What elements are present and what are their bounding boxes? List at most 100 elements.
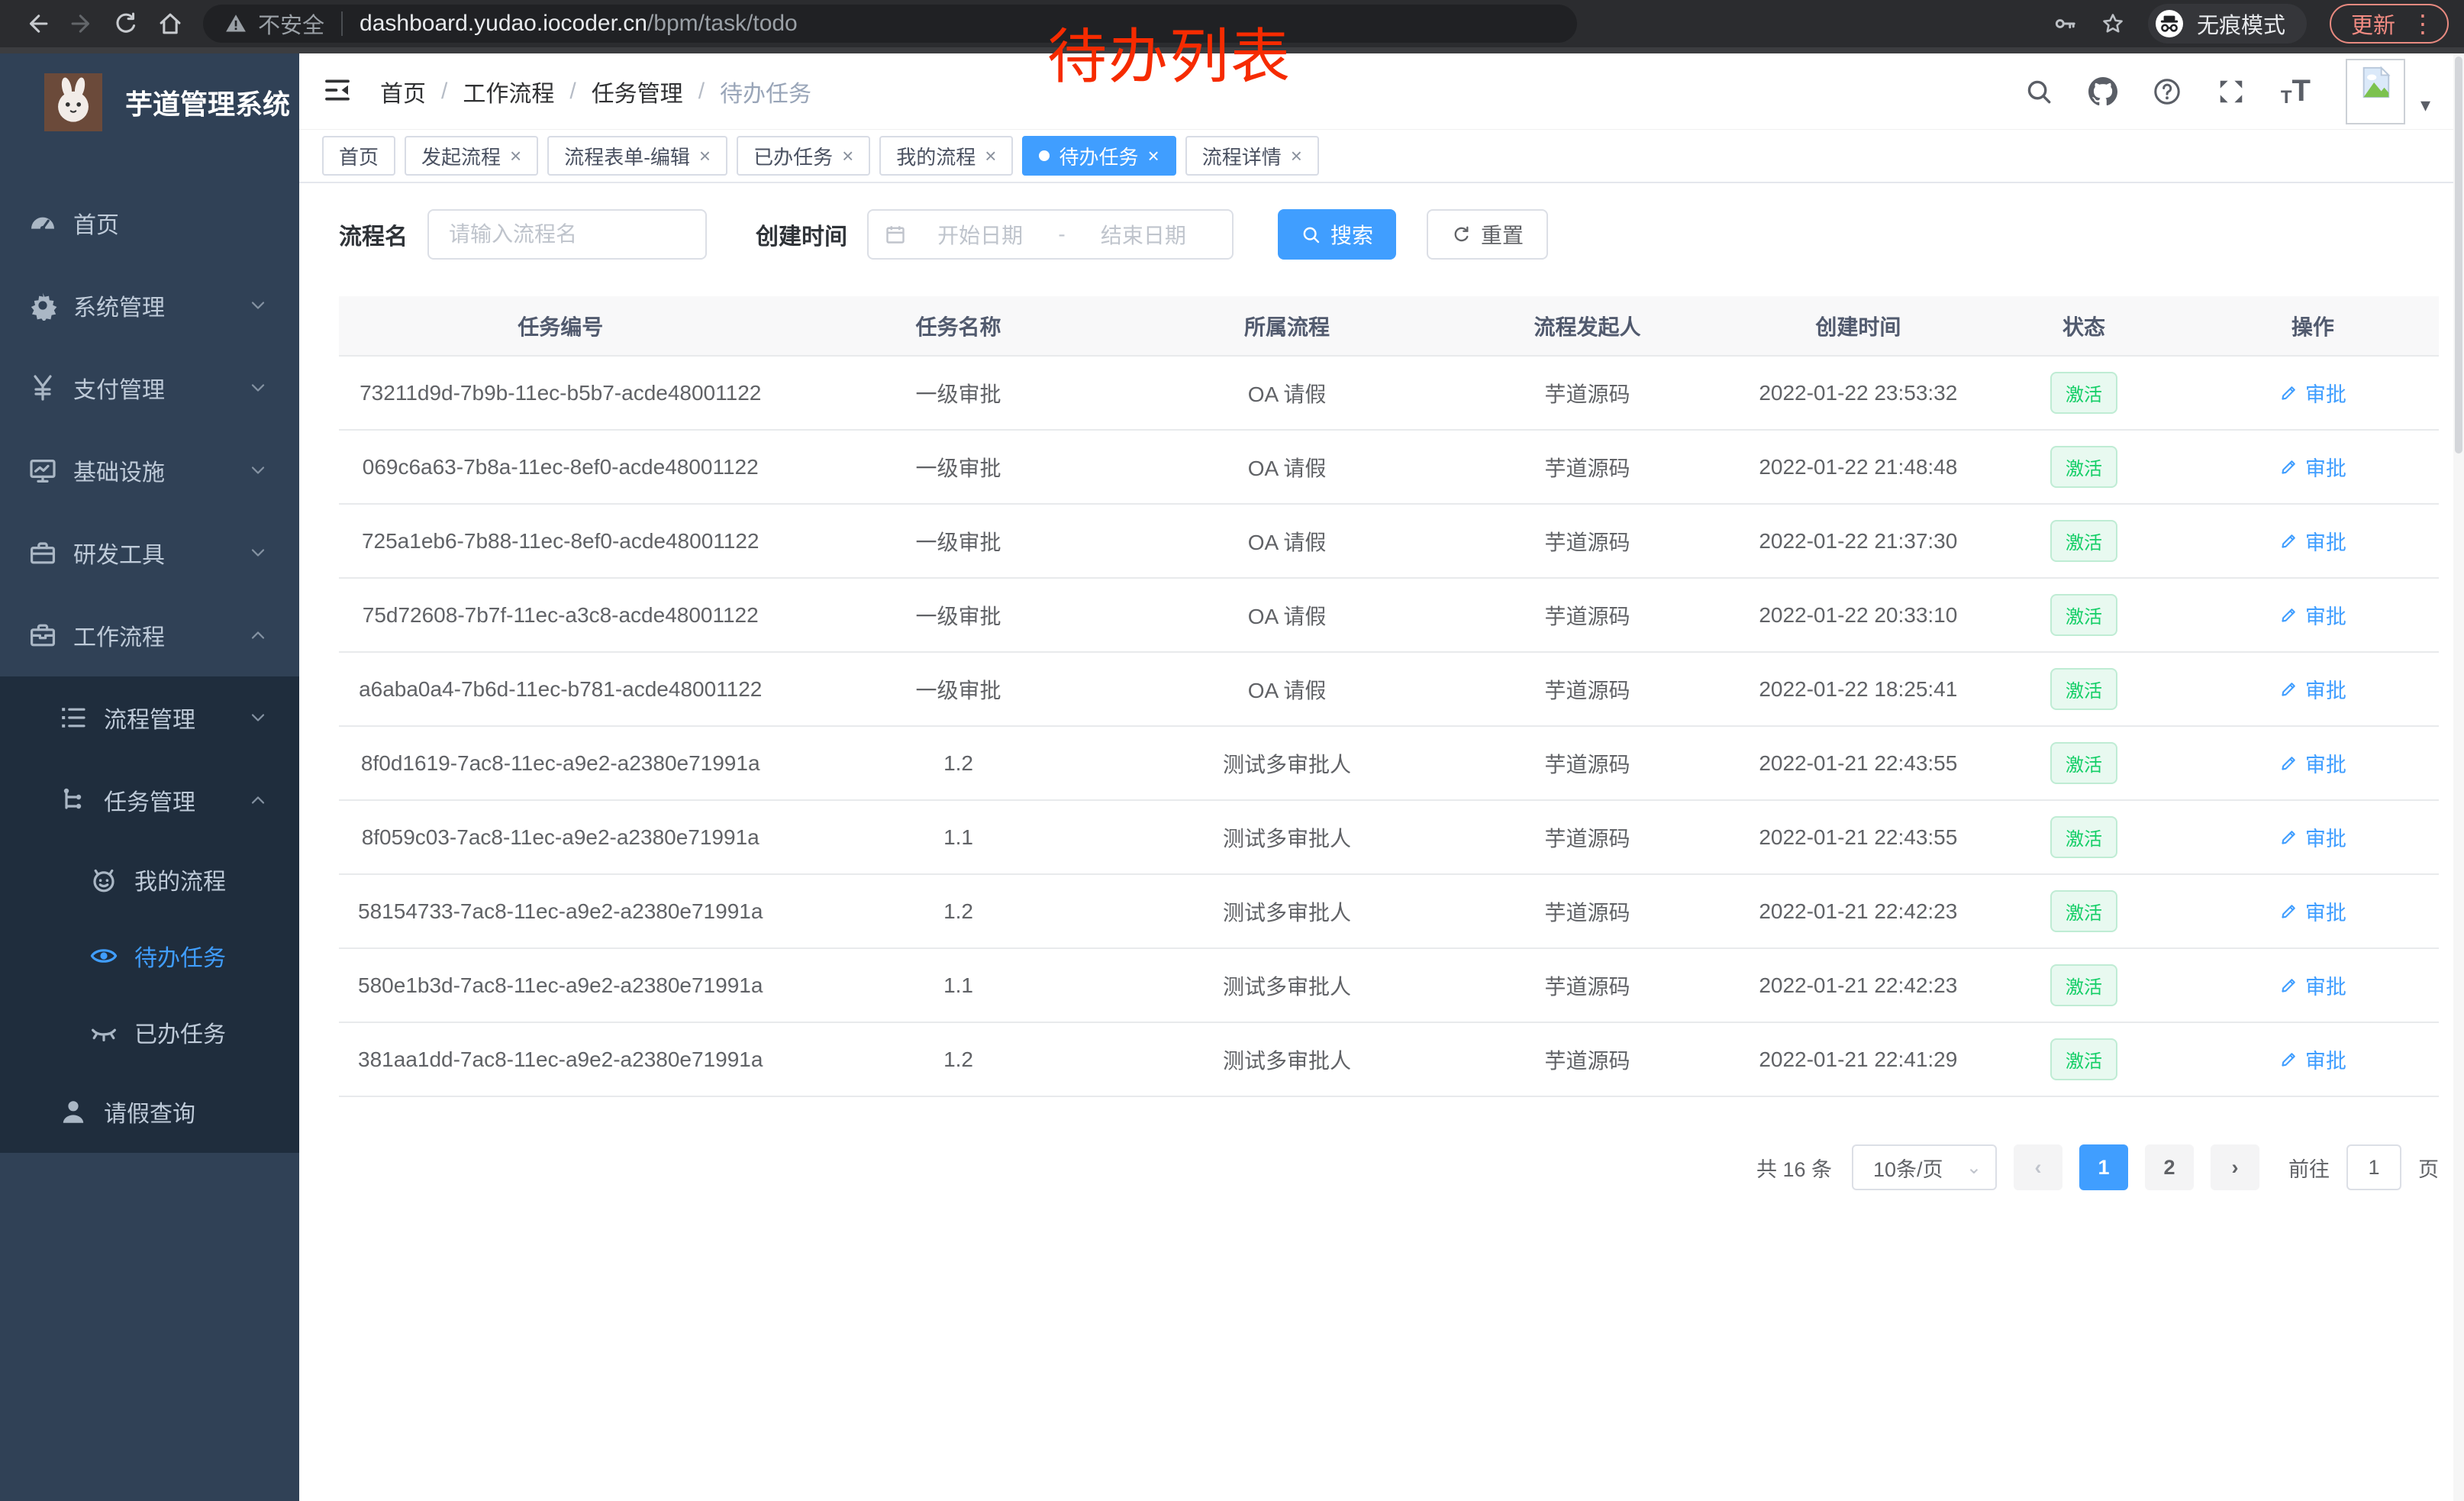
sidebar-item-infra[interactable]: 基础设施 (0, 429, 299, 512)
approve-link[interactable]: 审批 (2279, 970, 2346, 1000)
approve-label: 审批 (2305, 674, 2346, 704)
approve-link[interactable]: 审批 (2279, 748, 2346, 778)
approve-link[interactable]: 审批 (2279, 674, 2346, 704)
date-range-input[interactable]: 开始日期 - 结束日期 (867, 209, 1234, 260)
browser-forward-icon[interactable] (60, 3, 104, 44)
cell-id: 580e1b3d-7ac8-11ec-a9e2-a2380e71991a (339, 948, 782, 1022)
tab-close-icon[interactable]: × (699, 144, 711, 168)
avatar-caret-icon[interactable]: ▾ (2420, 93, 2430, 117)
tab-form-edit[interactable]: 流程表单-编辑× (547, 136, 727, 176)
cell-time: 2022-01-22 18:25:41 (1735, 652, 1981, 726)
tab-label: 我的流程 (896, 142, 976, 170)
cell-time: 2022-01-21 22:42:23 (1735, 948, 1981, 1022)
browser-back-icon[interactable] (15, 3, 60, 44)
tab-home[interactable]: 首页 (322, 136, 395, 176)
security-status[interactable]: 不安全 (224, 8, 324, 40)
tab-close-icon[interactable]: × (510, 144, 521, 168)
cell-time: 2022-01-22 20:33:10 (1735, 578, 1981, 652)
refresh-icon (1451, 224, 1472, 245)
breadcrumb-item[interactable]: 工作流程 (463, 75, 554, 108)
github-icon[interactable] (2088, 77, 2117, 106)
url-path: /bpm/task/todo (647, 11, 798, 36)
update-button[interactable]: 更新 ⋮ (2330, 4, 2449, 44)
sidebar-item-payment[interactable]: 支付管理 (0, 347, 299, 429)
sidebar-item-workflow[interactable]: 工作流程 (0, 594, 299, 676)
cell-action: 审批 (2187, 948, 2439, 1022)
table-row: 73211d9d-7b9b-11ec-b5b7-acde48001122一级审批… (339, 356, 2439, 430)
sidebar-item-todo-tasks[interactable]: 待办任务 (0, 918, 299, 994)
sidebar-item-leave-query[interactable]: 请假查询 (0, 1070, 299, 1153)
approve-label: 审批 (2305, 452, 2346, 482)
page-button-1[interactable]: 1 (2079, 1144, 2128, 1190)
cell-process: 测试多审批人 (1135, 948, 1440, 1022)
goto-page-input[interactable] (2346, 1144, 2401, 1190)
tab-close-icon[interactable]: × (842, 144, 853, 168)
warning-icon (224, 12, 247, 35)
sidebar-item-home[interactable]: 首页 (0, 182, 299, 264)
approve-link[interactable]: 审批 (2279, 600, 2346, 630)
tab-close-icon[interactable]: × (985, 144, 996, 168)
font-size-icon[interactable]: TT (2281, 74, 2311, 108)
browser-menu-icon[interactable]: ⋮ (2411, 11, 2435, 36)
sidebar-item-my-process[interactable]: 我的流程 (0, 841, 299, 918)
reset-button[interactable]: 重置 (1427, 209, 1548, 260)
cell-time: 2022-01-22 21:48:48 (1735, 430, 1981, 504)
tab-todo-tasks[interactable]: 待办任务 × (1022, 136, 1176, 176)
table-row: 069c6a63-7b8a-11ec-8ef0-acde48001122一级审批… (339, 430, 2439, 504)
page-button-2[interactable]: 2 (2145, 1144, 2194, 1190)
browser-reload-icon[interactable] (104, 3, 148, 44)
cell-initiator: 芋道源码 (1440, 948, 1736, 1022)
approve-link[interactable]: 审批 (2279, 526, 2346, 556)
process-name-input[interactable] (427, 209, 707, 260)
tab-start-process[interactable]: 发起流程× (405, 136, 538, 176)
browser-address-bar[interactable]: 不安全 dashboard.yudao.iocoder.cn/bpm/task/… (203, 5, 1577, 43)
sidebar-item-label: 工作流程 (73, 618, 165, 652)
tab-close-icon[interactable]: × (1291, 144, 1302, 168)
approve-link[interactable]: 审批 (2279, 822, 2346, 852)
page-scrollbar[interactable] (2453, 53, 2464, 1501)
tab-label: 待办任务 (1059, 142, 1138, 170)
cell-status: 激活 (1981, 948, 2187, 1022)
app-logo[interactable]: 芋道管理系统 (0, 53, 299, 151)
sidebar-item-system[interactable]: 系统管理 (0, 264, 299, 347)
tab-close-icon[interactable]: × (1148, 144, 1159, 168)
sidebar-item-done-tasks[interactable]: 已办任务 (0, 994, 299, 1070)
fullscreen-icon[interactable] (2217, 77, 2246, 106)
total-count: 共 16 条 (1756, 1153, 1832, 1183)
prev-page-button[interactable]: ‹ (2014, 1144, 2062, 1190)
browser-home-icon[interactable] (148, 3, 192, 44)
breadcrumb-item[interactable]: 首页 (380, 75, 426, 108)
tab-my-process[interactable]: 我的流程 × (879, 136, 1013, 176)
pagination: 共 16 条 10条/页 ⌄ ‹ 12 › 前往 页 (339, 1144, 2439, 1190)
tab-done-tasks[interactable]: 已办任务× (737, 136, 870, 176)
cell-name: 1.2 (782, 874, 1134, 948)
approve-label: 审批 (2305, 600, 2346, 630)
sidebar-collapse-icon[interactable] (322, 75, 356, 108)
calendar-icon (884, 223, 907, 246)
page-size-select[interactable]: 10条/页 ⌄ (1852, 1144, 1997, 1190)
scrollbar-thumb[interactable] (2455, 56, 2462, 454)
help-icon[interactable] (2153, 77, 2182, 106)
sidebar-item-devtools[interactable]: 研发工具 (0, 512, 299, 594)
bookmark-star-icon[interactable] (2101, 11, 2125, 36)
search-icon[interactable] (2024, 77, 2053, 106)
next-page-button[interactable]: › (2211, 1144, 2259, 1190)
cell-id: 8f059c03-7ac8-11ec-a9e2-a2380e71991a (339, 800, 782, 874)
approve-link[interactable]: 审批 (2279, 896, 2346, 926)
approve-link[interactable]: 审批 (2279, 378, 2346, 408)
cell-time: 2022-01-21 22:42:23 (1735, 874, 1981, 948)
search-button[interactable]: 搜索 (1278, 209, 1396, 260)
cell-status: 激活 (1981, 578, 2187, 652)
approve-link[interactable]: 审批 (2279, 1044, 2346, 1074)
approve-label: 审批 (2305, 526, 2346, 556)
cell-process: 测试多审批人 (1135, 1022, 1440, 1096)
cell-action: 审批 (2187, 578, 2439, 652)
tab-process-detail[interactable]: 流程详情× (1185, 136, 1319, 176)
sidebar-item-task-mgmt[interactable]: 任务管理 (0, 759, 299, 841)
avatar[interactable] (2346, 59, 2405, 124)
approve-link[interactable]: 审批 (2279, 452, 2346, 482)
key-icon[interactable] (2053, 11, 2078, 36)
breadcrumb-item[interactable]: 任务管理 (592, 75, 683, 108)
status-badge: 激活 (2050, 1038, 2117, 1080)
sidebar-item-process-mgmt[interactable]: 流程管理 (0, 676, 299, 759)
